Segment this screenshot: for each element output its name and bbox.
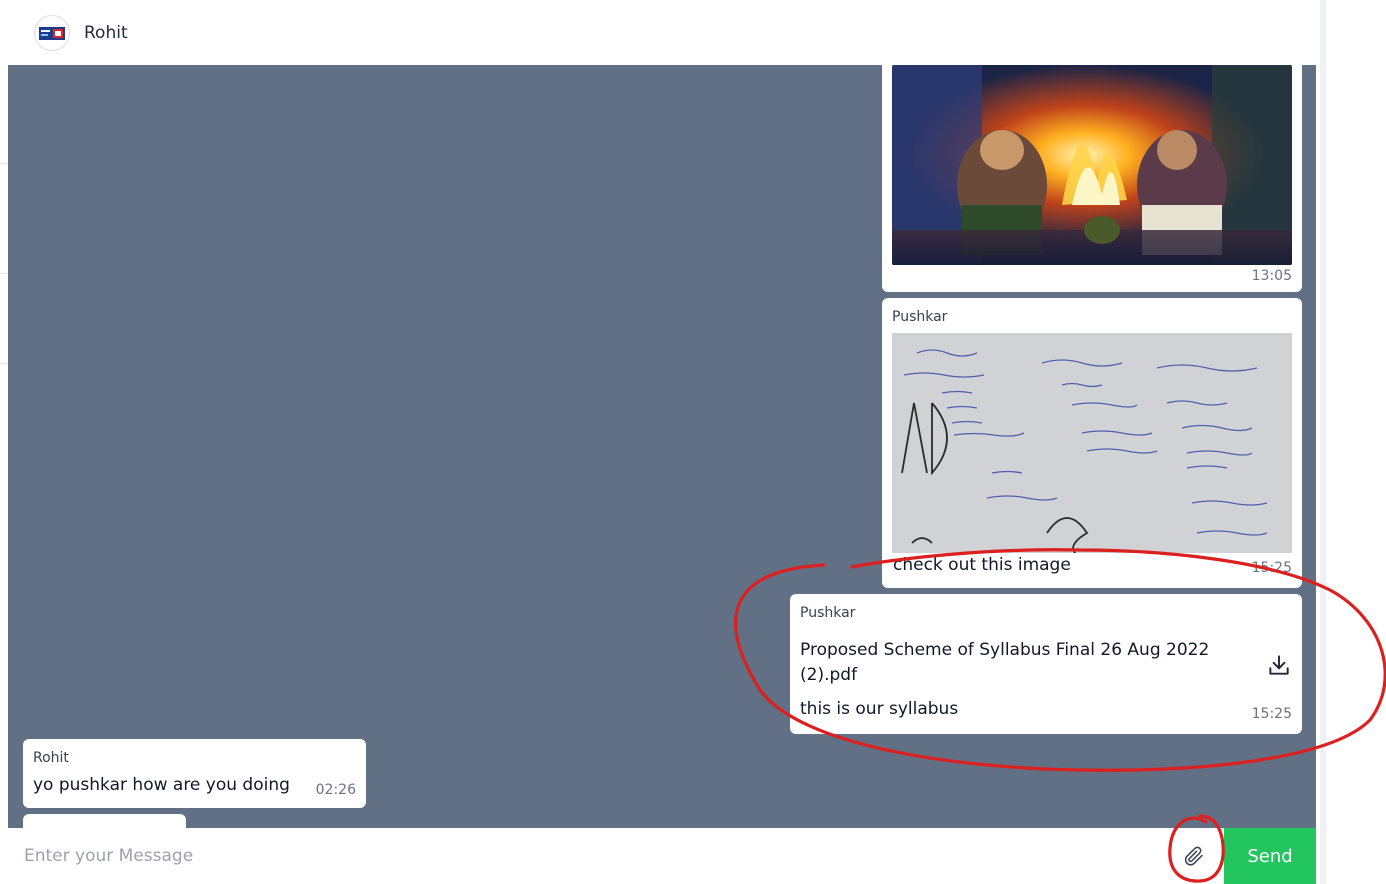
contact-name: Rohit: [84, 22, 128, 43]
composer-bar: Send: [8, 827, 1316, 884]
sender-name: Pushkar: [892, 309, 948, 325]
message-bubble-file: Pushkar Proposed Scheme of Syllabus Fina…: [790, 594, 1302, 734]
sender-name: Rohit: [33, 750, 69, 766]
message-caption: this is our syllabus: [800, 699, 959, 719]
message-bubble-image: 13:05: [882, 65, 1302, 292]
left-page-edge: [0, 0, 8, 884]
avatar-logo-icon: [36, 16, 68, 49]
message-bubble-partial: [23, 814, 186, 828]
message-time: 02:26: [315, 782, 356, 798]
whiteboard-photo-image[interactable]: [892, 333, 1292, 553]
message-text: yo pushkar how are you doing: [33, 775, 290, 795]
fantasy-artwork-image[interactable]: [892, 65, 1292, 265]
message-time: 15:25: [1251, 560, 1292, 576]
download-icon[interactable]: [1266, 652, 1292, 678]
message-input[interactable]: [8, 827, 1174, 884]
chat-app: Rohit 13:05 Pushkar check out this image…: [0, 0, 1386, 884]
message-list[interactable]: 13:05 Pushkar check out this image 15:25…: [8, 65, 1316, 828]
avatar[interactable]: [34, 14, 70, 51]
chat-header: Rohit: [8, 0, 1316, 65]
sender-name: Pushkar: [800, 605, 856, 621]
paperclip-icon: [1184, 846, 1203, 866]
file-name[interactable]: Proposed Scheme of Syllabus Final 26 Aug…: [800, 638, 1240, 688]
message-bubble-text: Rohit yo pushkar how are you doing 02:26: [23, 739, 366, 808]
message-bubble-image-caption: Pushkar check out this image 15:25: [882, 298, 1302, 588]
message-caption: check out this image: [893, 555, 1071, 575]
message-time: 15:25: [1251, 706, 1292, 722]
attach-button[interactable]: [1174, 836, 1214, 876]
message-time: 13:05: [1251, 268, 1292, 284]
send-button[interactable]: Send: [1224, 828, 1316, 884]
right-page-edge: [1320, 0, 1386, 884]
